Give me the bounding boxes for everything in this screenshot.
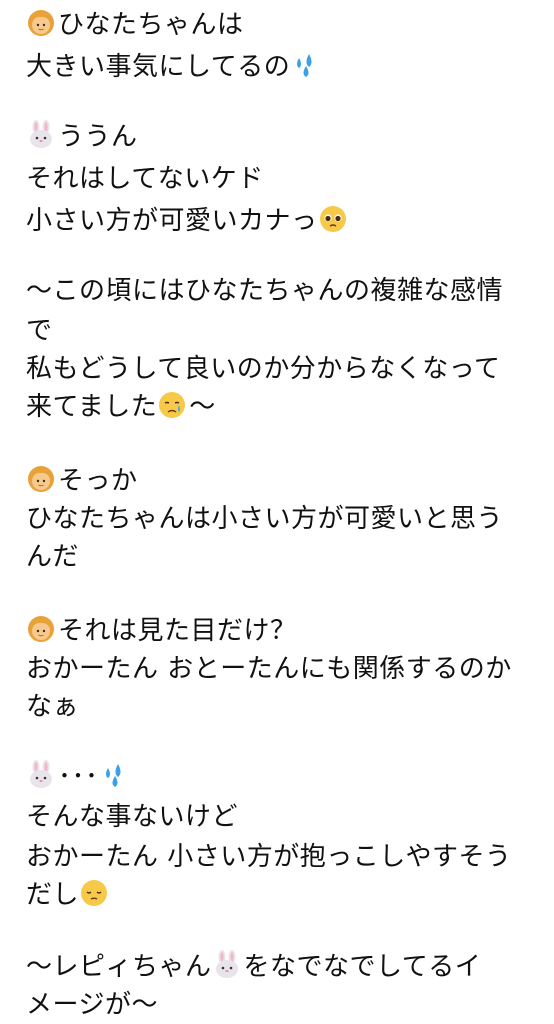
pensive-face-icon <box>79 878 109 908</box>
person-emoji-icon <box>26 614 56 644</box>
line-text: んだ <box>26 542 80 572</box>
line-text: ひなたちゃんは <box>58 10 244 40</box>
line-text: で <box>26 316 53 346</box>
person-emoji-icon <box>26 8 56 38</box>
line-text: 来てました <box>26 392 158 422</box>
sweat-droplets-icon <box>290 50 320 80</box>
sweat-droplets-icon <box>99 760 129 790</box>
text-line: それは見た目だけ？ <box>26 610 297 652</box>
text-line: 小さい方が可愛いカナっ <box>26 200 350 242</box>
text-line: ･･･ <box>26 756 131 798</box>
text-line: 〜レピィちゃん をなでなでしてるイ <box>26 946 481 988</box>
line-text: ううん <box>58 122 138 152</box>
rabbit-face-icon <box>26 120 56 150</box>
text-line: 来てました 〜 <box>26 386 216 428</box>
line-text: だし <box>26 880 80 910</box>
text-line: ううん <box>26 116 138 158</box>
line-text: おかーたん おとーたんにも関係するのか <box>26 654 512 684</box>
text-line: そっか <box>26 460 138 502</box>
line-text: メージが〜 <box>26 990 158 1020</box>
line-text: なぁ <box>26 692 80 722</box>
text-line: 大きい事気にしてるの <box>26 46 322 88</box>
line-text: 〜この頃にはひなたちゃんの複雑な感情 <box>26 276 504 306</box>
text-line: 私もどうして良いのか分からなくなって <box>26 348 500 390</box>
text-line: で <box>26 310 53 352</box>
text-line: なぁ <box>26 686 79 728</box>
text-line: 〜この頃にはひなたちゃんの複雑な感情 <box>26 270 503 312</box>
line-text: そんな事ないけど <box>26 802 239 832</box>
line-text: それは見た目だけ？ <box>58 616 297 646</box>
line-text: おかーたん 小さい方が抱っこしやすそう <box>26 842 512 872</box>
line-text: 大きい事気にしてるの <box>26 52 291 82</box>
rabbit-face-icon <box>26 760 56 790</box>
line-text: そっか <box>58 466 138 496</box>
sad-relieved-face-icon <box>157 390 187 420</box>
text-line: んだ <box>26 536 79 578</box>
line-text: 〜レピィちゃん <box>26 952 212 982</box>
text-line: それはしてないケド <box>26 158 264 200</box>
line-text: 私もどうして良いのか分からなくなって <box>26 354 501 384</box>
text-line: メージが〜 <box>26 984 158 1024</box>
text-line: ひなたちゃんは <box>26 4 244 46</box>
text-line: そんな事ないけど <box>26 796 238 838</box>
line-text-after: をなでなでしてるイ <box>243 952 482 982</box>
text-line: だし <box>26 874 111 916</box>
text-line: おかーたん おとーたんにも関係するのか <box>26 648 512 690</box>
line-text-after: 〜 <box>189 392 216 422</box>
post-body: ひなたちゃんは 大きい事気にしてるの ううん それはしてないケド 小さい方が可愛… <box>26 0 546 1024</box>
person-emoji-icon <box>26 464 56 494</box>
rabbit-face-icon <box>212 950 242 980</box>
text-line: おかーたん 小さい方が抱っこしやすそう <box>26 836 512 878</box>
line-text: ひなたちゃんは小さい方が可愛いと思う <box>26 504 504 534</box>
text-line: ひなたちゃんは小さい方が可愛いと思う <box>26 498 503 540</box>
line-text: それはしてないケド <box>26 164 264 194</box>
line-text: 小さい方が可愛いカナっ <box>26 206 318 236</box>
pleading-face-icon <box>318 204 348 234</box>
line-text: ･･･ <box>58 762 99 792</box>
